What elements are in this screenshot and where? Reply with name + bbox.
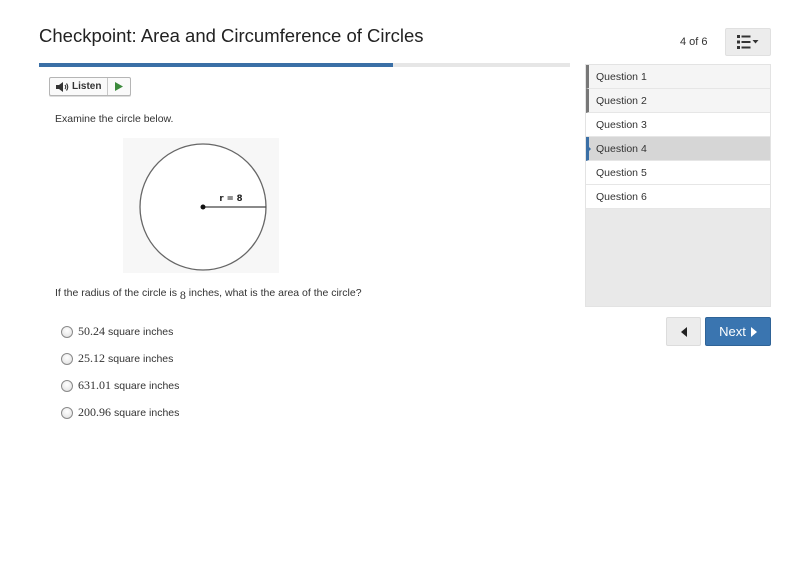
option-unit: square inches — [114, 379, 180, 392]
option-unit: square inches — [114, 406, 180, 419]
radio-button[interactable] — [61, 352, 73, 365]
radio-button[interactable] — [61, 325, 73, 338]
page-title: Checkpoint: Area and Circumference of Ci… — [39, 25, 424, 46]
option-unit: square inches — [108, 352, 174, 365]
next-label: Next — [719, 324, 746, 339]
play-button[interactable] — [108, 78, 130, 95]
next-button[interactable]: Next — [705, 317, 771, 346]
caret-left-icon — [680, 326, 687, 337]
sidebar-item-label: Question 6 — [596, 190, 647, 203]
question-text: If the radius of the circle is 8 inches,… — [55, 285, 362, 302]
answer-options: 50.24 square inches 25.12 square inches … — [61, 318, 179, 426]
listen-label: Listen — [72, 81, 102, 92]
sidebar-item-label: Question 4 — [596, 142, 647, 155]
listen-control: Listen — [49, 77, 131, 96]
answer-option[interactable]: 200.96 square inches — [61, 399, 179, 426]
play-icon — [115, 82, 124, 91]
question-list-toggle-button[interactable] — [725, 28, 771, 56]
question-sidebar: Question 1 Question 2 Question 3 Questio… — [585, 64, 771, 307]
prompt-text: Examine the circle below. — [55, 113, 174, 125]
radius-label: r = 8 — [219, 194, 242, 204]
sidebar-item-label: Question 2 — [596, 94, 647, 107]
sidebar-item-question-5[interactable]: Question 5 — [586, 161, 770, 185]
option-value: 200.96 — [78, 405, 111, 419]
previous-button[interactable] — [666, 317, 701, 346]
circle-figure: r = 8 — [123, 138, 279, 273]
sidebar-item-question-2[interactable]: Question 2 — [586, 89, 770, 113]
radius-value: 8 — [179, 288, 186, 302]
answer-option[interactable]: 631.01 square inches — [61, 372, 179, 399]
progress-fill — [39, 63, 394, 67]
sidebar-item-question-3[interactable]: Question 3 — [586, 113, 770, 137]
answer-option[interactable]: 25.12 square inches — [61, 345, 179, 372]
radio-button[interactable] — [61, 406, 73, 419]
option-unit: square inches — [108, 325, 174, 338]
sidebar-item-label: Question 5 — [596, 166, 647, 179]
center-point — [200, 204, 206, 210]
sidebar-item-label: Question 1 — [596, 70, 647, 83]
question-text-start: If the radius of the circle is — [55, 287, 180, 299]
sidebar-item-question-6[interactable]: Question 6 — [586, 185, 770, 209]
question-text-end: inches, what is the area of the circle? — [185, 287, 362, 299]
answer-option[interactable]: 50.24 square inches — [61, 318, 179, 345]
option-value: 25.12 — [78, 351, 105, 365]
speaker-icon — [56, 81, 69, 92]
sidebar-item-label: Question 3 — [596, 118, 647, 131]
radio-button[interactable] — [61, 379, 73, 392]
progress-bar — [39, 63, 570, 67]
caret-right-icon — [750, 326, 757, 337]
option-value: 631.01 — [78, 378, 111, 392]
list-menu-icon — [737, 35, 759, 49]
listen-button[interactable]: Listen — [50, 78, 109, 95]
sidebar-item-question-1[interactable]: Question 1 — [586, 65, 770, 89]
sidebar-item-question-4[interactable]: Question 4 — [586, 137, 770, 161]
option-value: 50.24 — [78, 324, 105, 338]
question-counter: 4 of 6 — [680, 36, 708, 48]
